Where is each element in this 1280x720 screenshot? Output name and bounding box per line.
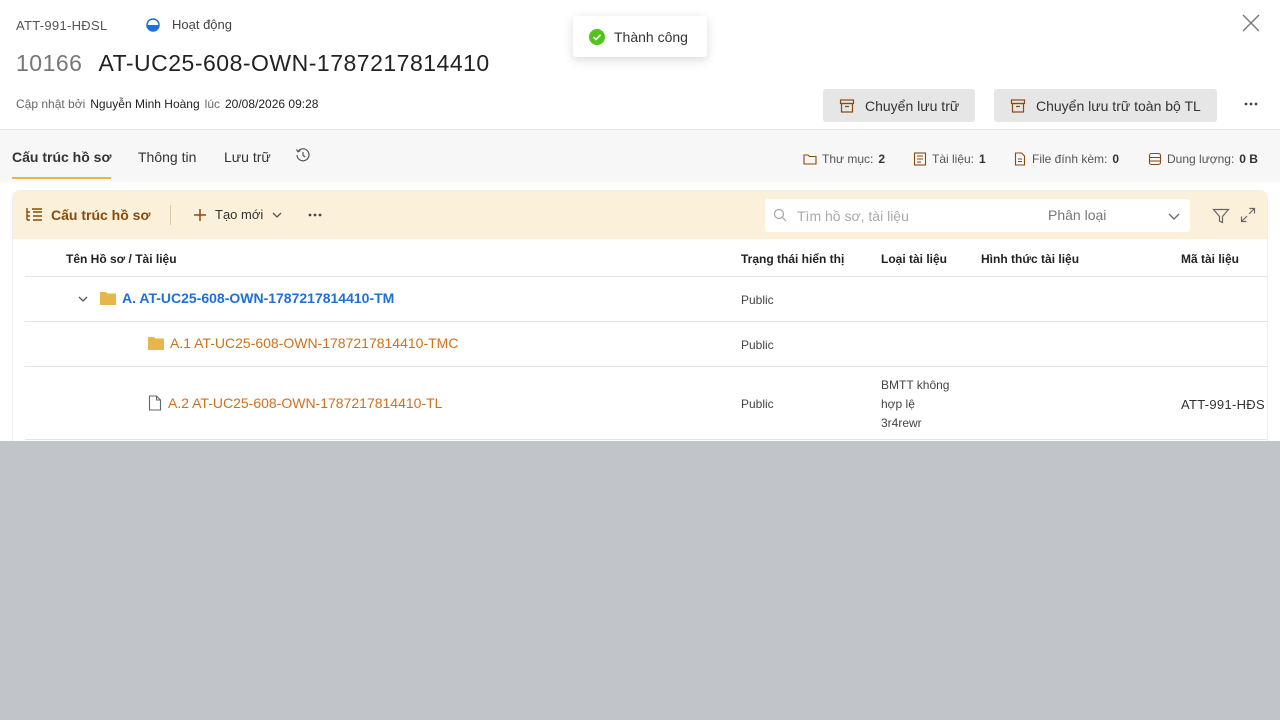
toast-message: Thành công (614, 28, 688, 45)
column-doc-code: Mã tài liệu (1181, 252, 1240, 266)
stat-attachments: File đính kèm: 0 (1013, 152, 1119, 166)
filter-icon[interactable] (1212, 207, 1230, 225)
search-box: Phân loại (765, 199, 1190, 232)
row-name: A. AT-UC25-608-OWN-1787217814410-TM (122, 290, 395, 306)
tab-structure[interactable]: Cấu trúc hồ sơ (12, 149, 112, 179)
create-new-button[interactable]: Tạo mới (193, 207, 283, 222)
history-icon[interactable] (295, 147, 311, 163)
row-doc-type-line: BMTT không (881, 378, 950, 392)
archive-all-button[interactable]: Chuyển lưu trữ toàn bộ TL (994, 89, 1217, 122)
archive-box-icon (1010, 98, 1026, 113)
stat-attachments-label: File đính kèm: (1032, 152, 1108, 166)
column-name: Tên Hồ sơ / Tài liệu (66, 252, 177, 266)
structure-toolbar: Cấu trúc hồ sơ Tạo mới Tìm hồ sơ, tài li… (13, 191, 1267, 239)
stat-folders-label: Thư mục: (822, 152, 874, 166)
stat-folders-value: 2 (878, 152, 886, 166)
file-icon (1014, 152, 1026, 166)
folder-link[interactable]: A.1 AT-UC25-608-OWN-1787217814410-TMC (148, 335, 458, 351)
stat-size-value: 0 B (1239, 152, 1258, 166)
column-doc-form: Hình thức tài liệu (981, 252, 1080, 266)
table-row[interactable]: A.2 AT-UC25-608-OWN-1787217814410-TL Pub… (25, 367, 1267, 440)
toolbar-title-label: Cấu trúc hồ sơ (51, 207, 151, 223)
folder-icon (148, 337, 164, 350)
close-icon[interactable] (1240, 12, 1262, 34)
updated-at: 20/08/2026 09:28 (225, 97, 319, 111)
at-label: lúc (204, 97, 220, 111)
document-link[interactable]: A.2 AT-UC25-608-OWN-1787217814410-TL (148, 395, 442, 411)
record-code: ATT-991-HĐSL (16, 18, 108, 33)
column-doc-type: Loại tài liệu (881, 252, 948, 266)
status-indicator: Hoạt động (146, 17, 232, 32)
success-toast: Thành công (573, 16, 707, 57)
record-title: AT-UC25-608-OWN-1787217814410 (98, 50, 490, 76)
toolbar-divider (170, 205, 171, 225)
row-status: Public (741, 397, 774, 411)
more-actions-button[interactable] (1241, 94, 1261, 114)
search-icon (773, 208, 787, 222)
structure-table: Tên Hồ sơ / Tài liệu Trạng thái hiển thị… (25, 239, 1267, 440)
stat-folders: Thư mục: 2 (803, 152, 885, 166)
row-name: A.2 AT-UC25-608-OWN-1787217814410-TL (168, 395, 443, 411)
modal-overlay (0, 441, 1280, 720)
more-horizontal-icon (1244, 102, 1258, 106)
table-header: Tên Hồ sơ / Tài liệu Trạng thái hiển thị… (25, 239, 1267, 277)
folder-icon (803, 154, 817, 165)
expand-icon[interactable] (1240, 207, 1256, 223)
create-new-label: Tạo mới (215, 207, 264, 222)
archive-button[interactable]: Chuyển lưu trữ (823, 89, 976, 122)
row-doc-type-line: 3r4rewr (881, 416, 922, 430)
row-status: Public (741, 293, 774, 307)
row-doc-type: BMTT không hợp lệ 3r4rewr (881, 376, 949, 433)
tab-archive[interactable]: Lưu trữ (224, 149, 271, 177)
document-icon (148, 395, 162, 411)
table-row[interactable]: A.1 AT-UC25-608-OWN-1787217814410-TMC Pu… (25, 322, 1267, 367)
updated-by-user: Nguyễn Minh Hoàng (90, 97, 200, 111)
search-input[interactable] (797, 206, 1027, 226)
classify-select[interactable]: Phân loại (1048, 207, 1106, 223)
check-circle-icon (589, 28, 605, 45)
stat-docs-label: Tài liệu: (932, 152, 975, 166)
folder-icon (100, 292, 116, 305)
stat-docs-value: 1 (979, 152, 986, 166)
row-status: Public (741, 338, 774, 352)
column-display-status: Trạng thái hiển thị (741, 252, 845, 266)
chevron-down-icon (272, 212, 282, 218)
document-list-icon (913, 152, 927, 166)
archive-box-icon (839, 98, 855, 113)
update-info: Cập nhật bởi Nguyễn Minh Hoàng lúc 20/08… (16, 97, 318, 111)
page-title: 10166 AT-UC25-608-OWN-1787217814410 (16, 50, 490, 77)
storage-icon (1148, 152, 1162, 166)
stat-attachments-value: 0 (1112, 152, 1120, 166)
tab-info[interactable]: Thông tin (138, 149, 196, 177)
table-row[interactable]: A. AT-UC25-608-OWN-1787217814410-TM Publ… (25, 277, 1267, 322)
folder-link[interactable]: A. AT-UC25-608-OWN-1787217814410-TM (100, 290, 394, 306)
status-label: Hoạt động (172, 17, 232, 32)
stat-documents: Tài liệu: 1 (913, 152, 986, 166)
toolbar-title: Cấu trúc hồ sơ (25, 207, 150, 223)
status-half-circle-icon (146, 17, 160, 32)
plus-icon (194, 208, 206, 221)
record-id: 10166 (16, 50, 83, 76)
stat-size-label: Dung lượng: (1167, 152, 1235, 166)
chevron-down-icon[interactable] (77, 293, 89, 305)
updated-by-label: Cập nhật bởi (16, 97, 86, 111)
archive-all-button-label: Chuyển lưu trữ toàn bộ TL (1036, 97, 1201, 114)
toolbar-more-icon[interactable] (307, 207, 323, 223)
chevron-down-icon[interactable] (1167, 209, 1181, 223)
tree-list-icon (26, 208, 42, 221)
row-doc-code: ATT-991-HĐS (1181, 397, 1265, 412)
archive-button-label: Chuyển lưu trữ (865, 97, 960, 114)
record-detail-panel: ATT-991-HĐSL Hoạt động 10166 AT-UC25-608… (0, 0, 1280, 441)
row-name: A.1 AT-UC25-608-OWN-1787217814410-TMC (170, 335, 459, 351)
structure-card: Cấu trúc hồ sơ Tạo mới Tìm hồ sơ, tài li… (12, 190, 1268, 441)
stat-storage: Dung lượng: 0 B (1148, 152, 1258, 166)
row-doc-type-line: hợp lệ (881, 397, 915, 411)
